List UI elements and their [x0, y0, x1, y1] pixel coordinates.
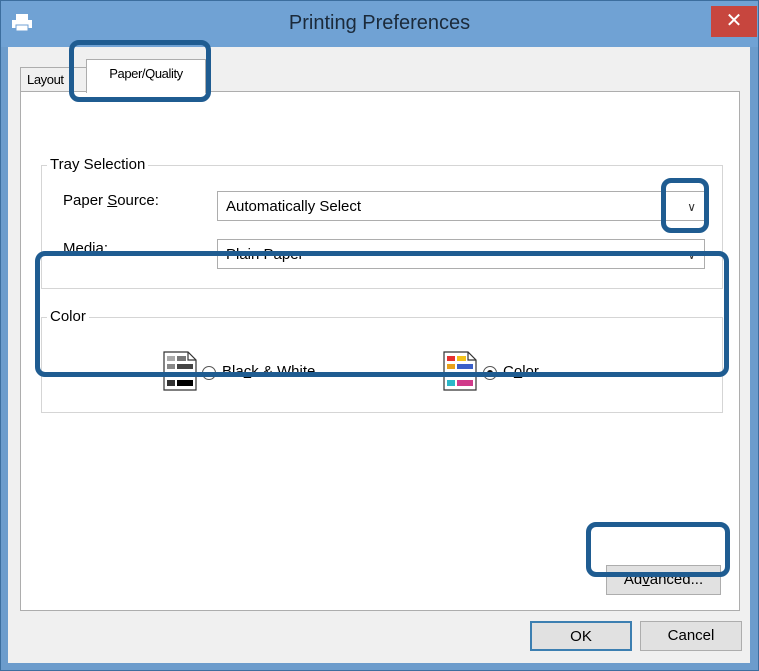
label-access-key: M — [63, 240, 76, 257]
button-text: Cancel — [667, 627, 715, 644]
black-white-label[interactable]: Black & White — [222, 363, 315, 380]
media-value: Plain Paper — [226, 246, 304, 263]
title-bar[interactable]: Printing Preferences ✕ — [1, 1, 758, 47]
window-title: Printing Preferences — [288, 12, 471, 34]
paper-source-dropdown[interactable]: Automatically Select ∨ — [217, 191, 705, 221]
button-text: anced... — [649, 571, 704, 588]
ok-button[interactable]: OK — [530, 621, 632, 651]
advanced-button[interactable]: Advanced... — [606, 565, 721, 595]
grayscale-page-icon — [163, 351, 197, 391]
group-title: Tray Selection — [47, 156, 149, 173]
media-label: Media: — [63, 240, 108, 257]
cancel-button[interactable]: Cancel — [640, 621, 742, 651]
paper-source-label: Paper Source: — [63, 192, 159, 209]
tab-label: Layout — [27, 72, 64, 87]
printing-preferences-window: Printing Preferences ✕ Layout Paper/Qual… — [0, 0, 759, 671]
label-text: k & White — [251, 363, 316, 380]
close-icon: ✕ — [725, 10, 743, 32]
dialog-client-area: Layout Paper/Quality Tray Selection Pape… — [8, 47, 750, 663]
tab-label: Paper/Quality — [109, 66, 183, 81]
label-text: edia: — [75, 240, 109, 257]
group-title: Color — [47, 308, 89, 325]
label-access-key: o — [513, 363, 523, 380]
button-text: OK — [570, 628, 592, 645]
close-button[interactable]: ✕ — [711, 6, 757, 37]
button-text: Ad — [623, 571, 643, 588]
tab-paper-quality[interactable]: Paper/Quality — [86, 59, 206, 93]
tray-selection-group: Tray Selection Paper Source: Automatical… — [41, 156, 723, 289]
tab-panel: Tray Selection Paper Source: Automatical… — [20, 91, 740, 611]
label-text: Bla — [222, 363, 244, 380]
chevron-down-icon[interactable]: ∨ — [687, 240, 696, 270]
paper-source-value: Automatically Select — [226, 198, 362, 215]
black-white-radio[interactable] — [202, 366, 216, 380]
label-text: lor — [522, 363, 539, 380]
color-radio[interactable] — [483, 366, 497, 380]
tab-layout[interactable]: Layout — [20, 67, 92, 92]
label-text: C — [503, 363, 514, 380]
color-label[interactable]: Color — [503, 363, 539, 380]
color-group: Color Black & White Color — [41, 308, 723, 413]
label-access-key: S — [107, 192, 118, 209]
color-page-icon — [443, 351, 477, 391]
chevron-down-icon[interactable]: ∨ — [687, 192, 696, 222]
label-text: Paper — [63, 192, 108, 209]
button-access-key: v — [642, 571, 650, 588]
media-dropdown[interactable]: Plain Paper ∨ — [217, 239, 705, 269]
label-text: ource: — [117, 192, 159, 209]
